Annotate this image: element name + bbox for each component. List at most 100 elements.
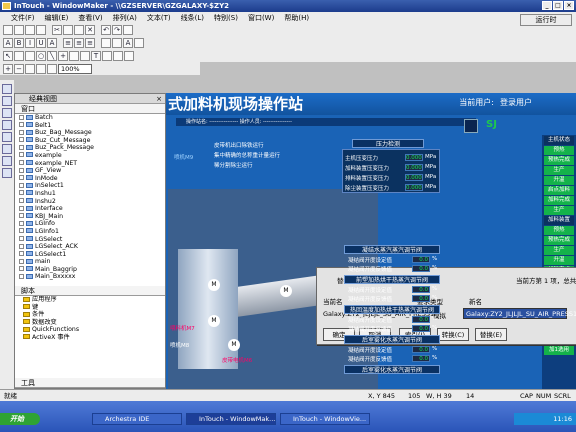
window-list-item[interactable]: example_NET: [15, 160, 165, 168]
hv-line-icon[interactable]: +: [58, 50, 68, 61]
window-list-item[interactable]: LGSelect_ACK: [15, 243, 165, 251]
window-list-item[interactable]: KBJ_Main: [15, 213, 165, 221]
zoom-normal-icon[interactable]: [25, 63, 35, 74]
window-list-item[interactable]: InSelect1: [15, 182, 165, 190]
status-button[interactable]: 生产: [544, 166, 574, 175]
checkbox-icon[interactable]: [19, 258, 24, 264]
font-icon[interactable]: A: [3, 37, 13, 48]
script-list-item[interactable]: 条件: [15, 311, 165, 319]
status-button[interactable]: 加1选用: [544, 346, 574, 355]
menu-item[interactable]: 文本(T): [142, 13, 176, 23]
menu-item[interactable]: 排列(A): [108, 13, 142, 23]
text-color-icon[interactable]: A: [123, 37, 133, 48]
status-button[interactable]: 预热完成: [544, 156, 574, 165]
checkbox-icon[interactable]: [19, 198, 24, 204]
polyline-icon[interactable]: [69, 50, 79, 61]
window-tool-icon[interactable]: [2, 84, 12, 94]
undo-icon[interactable]: ↶: [101, 24, 111, 35]
fill-color-icon[interactable]: [112, 37, 122, 48]
duplicate-icon[interactable]: [123, 24, 133, 35]
grid-tool-icon[interactable]: [2, 120, 12, 130]
text-icon[interactable]: T: [91, 50, 101, 61]
bitmap-tool-icon[interactable]: [2, 168, 12, 178]
window-list-item[interactable]: Main_Baggrip: [15, 266, 165, 274]
zoom-select-icon[interactable]: [36, 63, 46, 74]
bold-icon[interactable]: B: [14, 37, 24, 48]
task-windowmaker[interactable]: InTouch - WindowMak...: [186, 413, 276, 425]
checkbox-icon[interactable]: [19, 114, 24, 120]
checkbox-icon[interactable]: [19, 144, 24, 150]
window-list-item[interactable]: LGSelect: [15, 236, 165, 244]
convert-button[interactable]: 转换(C): [437, 328, 469, 341]
window-list-item[interactable]: Buz_Pack_Message: [15, 144, 165, 152]
wizard-tool-icon[interactable]: [2, 144, 12, 154]
select-icon[interactable]: ↖: [3, 50, 13, 61]
checkbox-icon[interactable]: [19, 122, 24, 128]
script-list-item[interactable]: ActiveX 事件: [15, 334, 165, 342]
delete-icon[interactable]: ✕: [85, 24, 95, 35]
new-tag-name-input[interactable]: Galaxy:ZY2_JLJLJL_SU_AIR_PRESS1: [463, 308, 576, 319]
window-list-item[interactable]: Batch: [15, 114, 165, 122]
script-list-item[interactable]: QuickFunctions: [15, 326, 165, 334]
italic-icon[interactable]: I: [25, 37, 35, 48]
start-button[interactable]: 开始: [0, 413, 40, 425]
window-list-item[interactable]: LGSelect1: [15, 251, 165, 259]
menu-item[interactable]: 窗口(W): [243, 13, 279, 23]
pencil-tool-icon[interactable]: [2, 132, 12, 142]
polygon-icon[interactable]: [80, 50, 90, 61]
window-list-item[interactable]: LGInfo1: [15, 228, 165, 236]
menu-item[interactable]: 编辑(E): [40, 13, 74, 23]
checkbox-icon[interactable]: [19, 266, 24, 272]
checkbox-icon[interactable]: [19, 182, 24, 188]
task-windowviewer[interactable]: InTouch - WindowVie...: [280, 413, 370, 425]
menu-item[interactable]: 特别(S): [209, 13, 243, 23]
print-icon[interactable]: [36, 24, 46, 35]
script-list-item[interactable]: 数据改变: [15, 319, 165, 327]
replace-button[interactable]: 替换(E): [475, 328, 507, 341]
paste-icon[interactable]: [74, 24, 84, 35]
windows-header[interactable]: 窗口: [15, 104, 165, 114]
align-center-icon[interactable]: ≡: [74, 37, 84, 48]
font-size-icon[interactable]: A: [47, 37, 57, 48]
checkbox-icon[interactable]: [19, 160, 24, 166]
redo-icon[interactable]: ↷: [112, 24, 122, 35]
status-button[interactable]: 启点加料: [544, 186, 574, 195]
window-list-item[interactable]: InMode: [15, 175, 165, 183]
align-tool-icon[interactable]: [2, 108, 12, 118]
checkbox-icon[interactable]: [19, 137, 24, 143]
window-list-item[interactable]: GF_View: [15, 167, 165, 175]
symbol-tool-icon[interactable]: [2, 156, 12, 166]
checkbox-icon[interactable]: [19, 190, 24, 196]
align-right-icon[interactable]: ≡: [85, 37, 95, 48]
line-icon[interactable]: ╲: [47, 50, 57, 61]
button-icon[interactable]: [113, 50, 123, 61]
cut-icon[interactable]: ✂: [52, 24, 62, 35]
status-button[interactable]: 预热: [544, 226, 574, 235]
maximize-button[interactable]: □: [553, 1, 563, 10]
checkbox-icon[interactable]: [19, 228, 24, 234]
zoom-in-icon[interactable]: +: [3, 63, 13, 74]
ellipse-icon[interactable]: ○: [36, 50, 46, 61]
checkbox-icon[interactable]: [19, 273, 24, 279]
save-icon[interactable]: [25, 24, 35, 35]
window-list-item[interactable]: Interface: [15, 205, 165, 213]
window-list-item[interactable]: main: [15, 258, 165, 266]
menu-item[interactable]: 查看(V): [73, 13, 107, 23]
checkbox-icon[interactable]: [19, 152, 24, 158]
new-icon[interactable]: [3, 24, 13, 35]
open-icon[interactable]: [14, 24, 24, 35]
window-list-item[interactable]: LGInfo: [15, 220, 165, 228]
copy-icon[interactable]: [63, 24, 73, 35]
close-panel-icon[interactable]: ×: [156, 94, 162, 104]
checkbox-icon[interactable]: [19, 129, 24, 135]
line-color-icon[interactable]: [101, 37, 111, 48]
checkbox-icon[interactable]: [19, 220, 24, 226]
window-color-icon[interactable]: [134, 37, 144, 48]
status-button[interactable]: 预热: [544, 146, 574, 155]
zoom-out-icon[interactable]: −: [14, 63, 24, 74]
runtime-button[interactable]: 运行时: [520, 14, 572, 26]
task-archestra[interactable]: Archestra IDE: [92, 413, 182, 425]
checkbox-icon[interactable]: [19, 175, 24, 181]
minimize-button[interactable]: _: [542, 1, 552, 10]
checkbox-icon[interactable]: [19, 236, 24, 241]
